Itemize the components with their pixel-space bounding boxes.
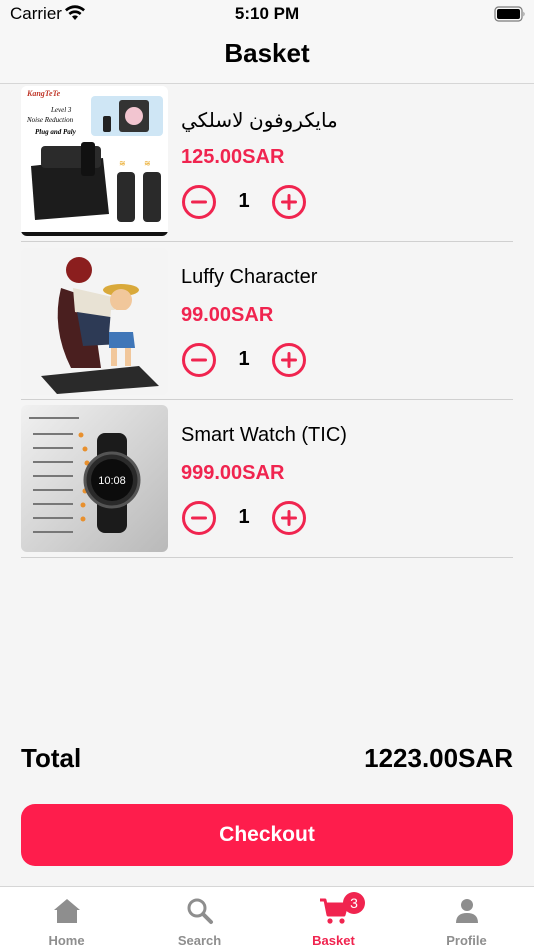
svg-text:Plug and Paly: Plug and Paly [35, 128, 77, 136]
decrease-quantity-button[interactable] [181, 500, 217, 536]
page-title: Basket [224, 38, 310, 68]
basket-item: KangTeTe Level 3 Noise Reduction Plug an… [21, 84, 513, 242]
tab-search[interactable]: Search [133, 887, 266, 950]
home-icon [53, 899, 80, 923]
product-image [21, 248, 168, 395]
svg-text:≋: ≋ [144, 159, 151, 168]
tab-basket[interactable]: 3 Basket [267, 887, 400, 950]
item-name: Smart Watch (TIC) [181, 424, 347, 446]
increase-quantity-button[interactable] [271, 500, 307, 536]
item-price: 99.00SAR [181, 304, 274, 326]
svg-text:Noise Reduction: Noise Reduction [26, 116, 74, 124]
svg-text:KangTeTe: KangTeTe [26, 89, 61, 98]
total-label: Total [21, 743, 82, 773]
item-price: 999.00SAR [181, 462, 285, 484]
basket-item: Luffy Character 99.00SAR 1 [21, 242, 513, 400]
tab-label: Basket [312, 933, 355, 948]
tab-label: Profile [446, 933, 487, 948]
svg-text:≋: ≋ [119, 159, 126, 168]
quantity-value: 1 [238, 348, 250, 370]
person-icon [455, 899, 478, 923]
clock: 5:10 PM [234, 4, 300, 23]
increase-quantity-button[interactable] [271, 342, 307, 378]
increase-quantity-button[interactable] [271, 184, 307, 220]
cart-count-badge: 3 [343, 892, 365, 914]
tab-home[interactable]: Home [0, 887, 133, 950]
total-value: 1223.00SAR [364, 743, 513, 773]
status-bar: Carrier 5:10 PM [0, 0, 534, 30]
tab-label: Search [177, 933, 222, 948]
quantity-value: 1 [238, 506, 250, 528]
svg-text:Level 3: Level 3 [50, 106, 72, 114]
battery-icon [494, 6, 525, 22]
decrease-quantity-button[interactable] [181, 184, 217, 220]
basket-item: 10:08 Smart Watch (TIC) 999.00SAR 1 [21, 400, 513, 558]
checkout-button[interactable]: Checkout [21, 804, 513, 866]
decrease-quantity-button[interactable] [181, 342, 217, 378]
tab-label: Home [48, 933, 85, 948]
product-image: 10:08 [21, 405, 168, 552]
tab-profile[interactable]: Profile [400, 887, 533, 950]
item-name: مايكروفون لاسلكي [181, 110, 338, 132]
svg-text:10:08: 10:08 [98, 475, 126, 487]
navigation-header: Basket [0, 30, 534, 84]
quantity-value: 1 [238, 190, 250, 212]
item-name: Luffy Character [181, 266, 318, 288]
search-icon [187, 898, 213, 924]
item-price: 125.00SAR [181, 146, 285, 168]
product-image: KangTeTe Level 3 Noise Reduction Plug an… [21, 86, 168, 236]
tab-bar: Home Search 3 Basket Profile [0, 886, 534, 950]
